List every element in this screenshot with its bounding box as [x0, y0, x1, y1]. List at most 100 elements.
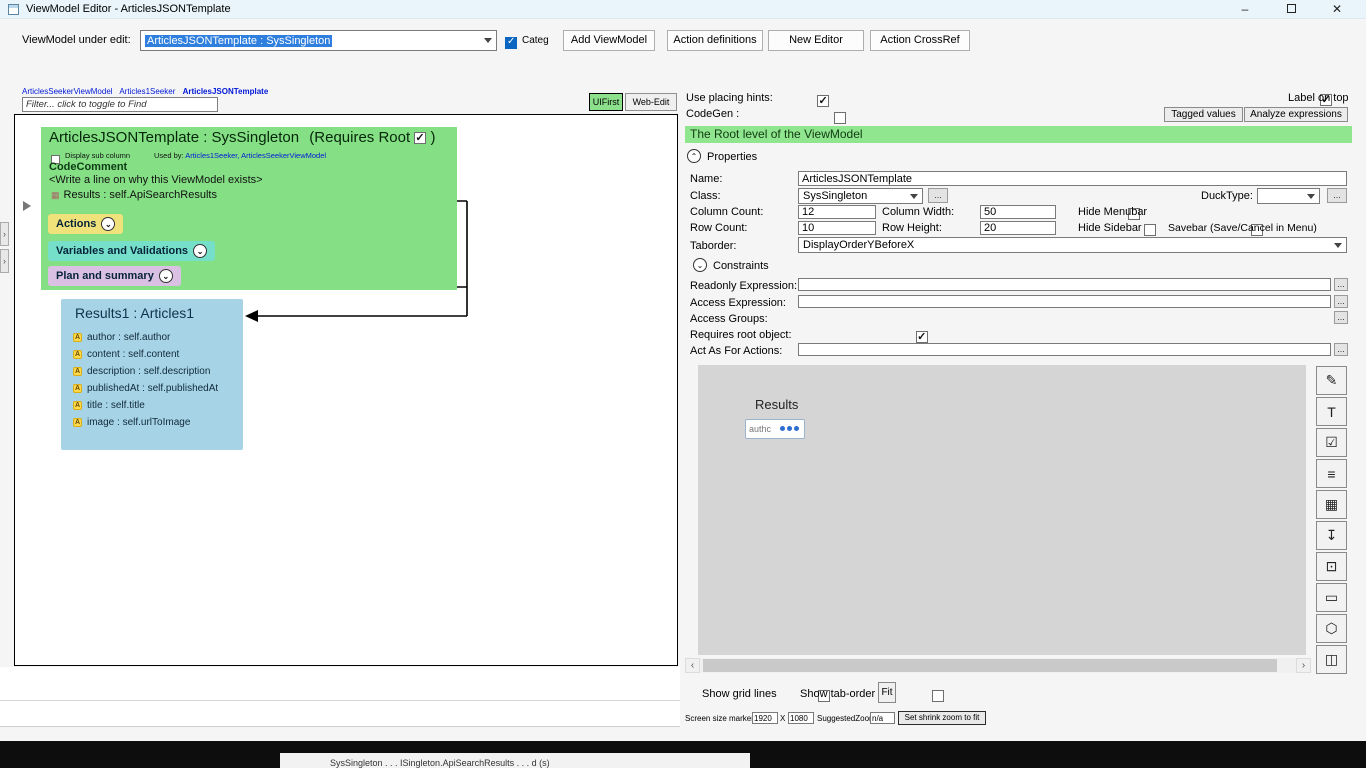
- breadcrumb-articlesjsontemplate[interactable]: ArticlesJSONTemplate: [183, 87, 269, 96]
- textbox-tool-icon[interactable]: ▭: [1316, 583, 1347, 612]
- field-title[interactable]: Atitle : self.title: [61, 397, 243, 414]
- chevron-down-icon[interactable]: [1334, 243, 1342, 248]
- package-tool-icon[interactable]: ⬡: [1316, 614, 1347, 643]
- left-splitter-expand-button-2[interactable]: ›: [0, 249, 9, 273]
- filter-input[interactable]: Filter... click to toggle to Find: [22, 97, 218, 112]
- plan-summary-section[interactable]: Plan and summary ⌄: [48, 266, 181, 286]
- label-tool-icon[interactable]: ⊡: [1316, 552, 1347, 581]
- preview-horizontal-scrollbar[interactable]: ‹ ›: [685, 658, 1311, 673]
- row-height-input[interactable]: [980, 221, 1056, 235]
- field-author[interactable]: Aauthor : self.author: [61, 329, 243, 346]
- add-viewmodel-button[interactable]: Add ViewModel: [563, 30, 655, 51]
- left-splitter-expand-button[interactable]: ›: [0, 222, 9, 246]
- text-tool-icon[interactable]: T: [1316, 397, 1347, 426]
- field-publishedat[interactable]: ApublishedAt : self.publishedAt: [61, 380, 243, 397]
- savebar-label: Savebar (Save/Cancel in Menu): [1168, 222, 1317, 234]
- act-as-ellipsis-button[interactable]: ...: [1334, 343, 1348, 356]
- ducktype-combobox[interactable]: [1257, 188, 1320, 204]
- categ-checkbox[interactable]: [505, 37, 517, 49]
- new-editor-button[interactable]: New Editor: [768, 30, 864, 51]
- marker-width-input[interactable]: [752, 712, 778, 724]
- column-width-input[interactable]: [980, 205, 1056, 219]
- class-ellipsis-button[interactable]: ...: [928, 188, 948, 203]
- edit-tool-icon[interactable]: ✎: [1316, 366, 1347, 395]
- use-placing-hints-checkbox[interactable]: [817, 95, 829, 107]
- import-tool-icon[interactable]: ↧: [1316, 521, 1347, 550]
- variables-chevron-icon[interactable]: ⌄: [193, 244, 207, 258]
- hide-sidebar-checkbox[interactable]: [1144, 224, 1156, 236]
- uifirst-button[interactable]: UIFirst: [589, 93, 623, 111]
- field-description[interactable]: Adescription : self.description: [61, 363, 243, 380]
- scroll-left-icon[interactable]: ‹: [685, 658, 700, 673]
- attribute-icon: A: [73, 333, 82, 342]
- fit-button[interactable]: Fit: [878, 682, 896, 703]
- scroll-right-icon[interactable]: ›: [1296, 658, 1311, 673]
- act-as-input[interactable]: [798, 343, 1331, 356]
- field-content[interactable]: Acontent : self.content: [61, 346, 243, 363]
- code-comment-value[interactable]: <Write a line on why this ViewModel exis…: [49, 174, 263, 186]
- grid-tool-icon[interactable]: ◫: [1316, 645, 1347, 674]
- properties-collapse-icon[interactable]: ⌃: [687, 149, 701, 163]
- requires-root-object-checkbox[interactable]: [916, 331, 928, 343]
- name-input[interactable]: [798, 171, 1347, 186]
- selection-handles-icon[interactable]: [780, 418, 799, 436]
- minimize-button[interactable]: –: [1234, 1, 1256, 17]
- chevron-down-icon[interactable]: [484, 38, 492, 43]
- marker-x-separator: X: [780, 714, 785, 723]
- diagram-canvas[interactable]: ArticlesJSONTemplate : SysSingleton (Req…: [14, 114, 678, 666]
- codegen-checkbox[interactable]: [834, 112, 846, 124]
- notes-divider: [0, 700, 680, 701]
- actions-chevron-icon[interactable]: ⌄: [101, 217, 115, 231]
- viewmodel-combobox-value: ArticlesJSONTemplate : SysSingleton: [145, 35, 332, 47]
- tagged-values-button[interactable]: Tagged values: [1164, 107, 1243, 122]
- access-groups-ellipsis-button[interactable]: ...: [1334, 311, 1348, 324]
- variables-validations-section[interactable]: Variables and Validations ⌄: [48, 241, 215, 261]
- breadcrumb-articles1seeker[interactable]: Articles1Seeker: [119, 87, 175, 96]
- set-shrink-zoom-button[interactable]: Set shrink zoom to fit: [898, 711, 986, 725]
- row-count-input[interactable]: [798, 221, 876, 235]
- row-count-label: Row Count:: [690, 222, 747, 234]
- results-reference-label: Results : self.ApiSearchResults: [64, 189, 217, 201]
- marker-height-input[interactable]: [788, 712, 814, 724]
- root-viewmodel-node[interactable]: ArticlesJSONTemplate : SysSingleton (Req…: [41, 127, 457, 290]
- ducktype-ellipsis-button[interactable]: ...: [1327, 188, 1347, 203]
- breadcrumb-articlesseekerviewmodel[interactable]: ArticlesSeekerViewModel: [22, 87, 113, 96]
- taborder-combobox[interactable]: DisplayOrderYBeforeX: [798, 237, 1347, 253]
- analyze-expressions-button[interactable]: Analyze expressions: [1244, 107, 1348, 122]
- maximize-button[interactable]: [1280, 1, 1302, 17]
- layout-preview[interactable]: Results authc: [698, 365, 1306, 655]
- root-node-title-close: ): [431, 129, 436, 146]
- web-edit-tab[interactable]: Web-Edit: [625, 93, 677, 111]
- chevron-down-icon[interactable]: [1307, 194, 1315, 199]
- combobox-tool-icon[interactable]: ≡: [1316, 459, 1347, 488]
- constraints-collapse-icon[interactable]: ⌄: [693, 258, 707, 272]
- access-expression-ellipsis-button[interactable]: ...: [1334, 295, 1348, 308]
- requires-root-title-checkbox[interactable]: [414, 132, 426, 144]
- field-image[interactable]: Aimage : self.urlToImage: [61, 414, 243, 431]
- show-tab-order-checkbox[interactable]: [932, 690, 944, 702]
- close-button[interactable]: ✕: [1326, 1, 1348, 17]
- used-by-links[interactable]: Articles1Seeker, ArticlesSeekerViewModel: [185, 151, 326, 160]
- column-count-input[interactable]: [798, 205, 876, 219]
- access-expression-input[interactable]: [798, 295, 1331, 308]
- scrollbar-thumb[interactable]: [703, 659, 1277, 672]
- actions-section[interactable]: Actions ⌄: [48, 214, 123, 234]
- action-crossref-button[interactable]: Action CrossRef: [870, 30, 970, 51]
- results1-node[interactable]: Results1 : Articles1 Aauthor : self.auth…: [61, 299, 243, 450]
- suggested-zoom-input[interactable]: [870, 712, 895, 724]
- plan-chevron-icon[interactable]: ⌄: [159, 269, 173, 283]
- results1-field-list: Aauthor : self.author Acontent : self.co…: [61, 329, 243, 431]
- viewmodel-combobox[interactable]: ArticlesJSONTemplate : SysSingleton: [140, 30, 497, 51]
- root-level-header: The Root level of the ViewModel: [685, 126, 1352, 143]
- class-combobox[interactable]: SysSingleton: [798, 188, 923, 204]
- field-content-label: content : self.content: [87, 349, 179, 360]
- calendar-tool-icon[interactable]: ▦: [1316, 490, 1347, 519]
- readonly-expression-input[interactable]: [798, 278, 1331, 291]
- checkbox-tool-icon[interactable]: ☑: [1316, 428, 1347, 457]
- title-bar[interactable]: ViewModel Editor - ArticlesJSONTemplate …: [0, 0, 1366, 19]
- hide-sidebar-label: Hide Sidebar: [1078, 222, 1142, 234]
- results-reference-row[interactable]: ▦ Results : self.ApiSearchResults: [51, 189, 217, 201]
- action-definitions-button[interactable]: Action definitions: [667, 30, 763, 51]
- chevron-down-icon[interactable]: [910, 194, 918, 199]
- readonly-ellipsis-button[interactable]: ...: [1334, 278, 1348, 291]
